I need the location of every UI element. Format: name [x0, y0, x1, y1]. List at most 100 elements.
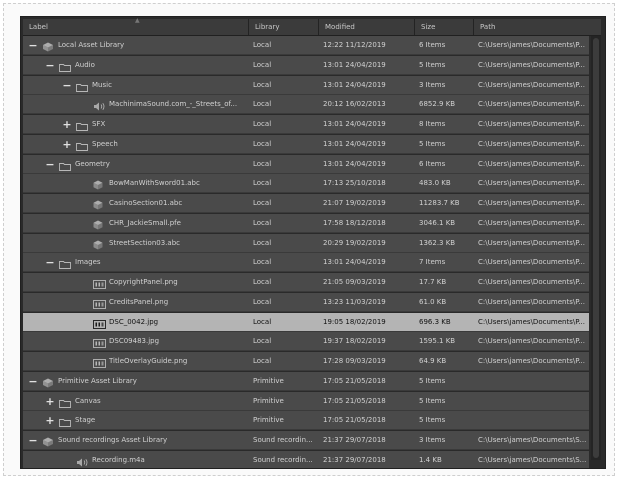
size-cell: 17.7 KB [419, 278, 447, 286]
collapse-icon[interactable]: − [45, 253, 55, 272]
folder-icon [76, 120, 88, 131]
path-cell: C:\Users\james\Documents\P... [478, 139, 586, 148]
library-cell: Sound recordin... [253, 455, 313, 464]
tree-row[interactable]: TitleOverlayGuide.png Local 17:28 09/03/20… [23, 352, 589, 371]
row-label: MachinimaSound.com_-_Streets_of... [109, 100, 238, 109]
label-cell: CHR_JackieSmall.pfe [23, 214, 247, 233]
tree-row[interactable]: CreditsPanel.png Local 13:23 11/03/2019 61.… [23, 292, 589, 312]
folder-icon [59, 397, 71, 408]
library-cell: Local [253, 139, 272, 148]
row-label: DSC09483.jpg [109, 337, 160, 346]
modified-cell: 13:01 24/04/2019 [323, 80, 386, 89]
modified-cell: 17:13 25/10/2018 [323, 179, 386, 188]
modified-cell: 13:01 24/04/2019 [323, 159, 386, 168]
tree-row[interactable]: − Sound recordings Asset Library Sound rec… [23, 431, 589, 450]
scrollbar-thumb[interactable] [593, 38, 599, 458]
path-cell: C:\Users\james\Documents\P... [478, 60, 586, 69]
tree-row[interactable]: − Music Local 13:01 24/04/2019 3 Items C:\Use… [23, 75, 589, 95]
size-cell: 483.0 KB [419, 179, 451, 188]
row-label: Images [75, 258, 101, 267]
collapse-icon[interactable]: − [28, 431, 38, 450]
tree-row[interactable]: + Speech Local 13:01 24/04/2019 5 Items C:\Us… [23, 134, 589, 154]
column-header-modified[interactable]: Modified [319, 19, 415, 35]
expand-icon[interactable]: + [62, 135, 72, 154]
image-icon [93, 357, 106, 368]
path-cell [478, 392, 589, 411]
tree-row[interactable]: CopyrightPanel.png Local 21:05 09/03/2019 1… [23, 273, 589, 292]
vertical-scrollbar[interactable] [591, 36, 601, 460]
collapse-icon[interactable]: − [28, 372, 38, 391]
tree-row[interactable]: − Local Asset Library Local 12:22 11/12/201… [23, 36, 589, 55]
expand-icon[interactable]: + [62, 115, 72, 134]
collapse-icon[interactable]: − [62, 76, 72, 95]
tree-row[interactable]: − Audio Local 13:01 24/04/2019 5 Items C:\Use… [23, 55, 589, 75]
tree-row[interactable]: MachinimaSound.com_-_Streets_of... Local 2… [23, 95, 589, 115]
tree-row[interactable]: DSC_0042.jpg Local 19:05 18/02/2019 696.3 K… [23, 312, 589, 332]
library-icon [42, 377, 54, 388]
tree-row[interactable]: + Stage Primitive 17:05 21/05/2018 5 Items [23, 411, 589, 431]
tree-row[interactable]: StreetSection03.abc Local 20:29 19/02/2019… [23, 233, 589, 253]
row-label: SFX [92, 120, 106, 128]
collapse-icon[interactable]: − [45, 155, 55, 174]
label-cell: − Images [23, 253, 247, 272]
path-cell: C:\Users\james\Documents\P... [478, 357, 586, 365]
modified-cell: 21:07 19/02/2019 [323, 199, 386, 207]
tree-row[interactable]: DSC09483.jpg Local 19:37 18/02/2019 1595.1 … [23, 332, 589, 352]
collapse-icon[interactable]: − [28, 36, 38, 55]
size-cell: 6 Items [419, 41, 446, 49]
size-cell: 6 Items [419, 159, 446, 168]
size-cell: 5 Items [419, 139, 446, 148]
expand-icon[interactable]: + [45, 411, 55, 430]
library-cell: Local [253, 199, 272, 207]
path-cell: C:\Users\james\Documents\P... [478, 179, 586, 188]
geometry-icon [93, 199, 105, 210]
tree-row[interactable]: BowManWithSword01.abc Local 17:13 25/10/20… [23, 174, 589, 194]
size-cell: 7 Items [419, 258, 446, 267]
label-cell: StreetSection03.abc [23, 234, 247, 253]
path-cell: C:\Users\james\Documents\P... [478, 337, 586, 346]
path-cell: C:\Users\james\Documents\P... [478, 218, 586, 227]
library-cell: Primitive [253, 396, 284, 405]
column-header-size[interactable]: Size [415, 19, 474, 35]
label-cell: CasinoSection01.abc [23, 194, 247, 213]
tree-row[interactable]: CHR_JackieSmall.pfe Local 17:58 18/12/2018… [23, 213, 589, 233]
size-cell: 1.4 KB [419, 455, 442, 464]
size-cell: 11283.7 KB [419, 199, 460, 207]
path-cell [478, 372, 589, 391]
image-icon [93, 298, 106, 309]
library-cell: Local [253, 337, 272, 346]
label-cell: − Primitive Asset Library [23, 372, 247, 391]
tree-row[interactable]: − Geometry Local 13:01 24/04/2019 6 Items C:\… [23, 154, 589, 174]
modified-cell: 13:01 24/04/2019 [323, 60, 386, 69]
path-cell: C:\Users\james\Documents\P... [478, 199, 586, 207]
tree-row[interactable]: + Canvas Primitive 17:05 21/05/2018 5 Items [23, 391, 589, 411]
path-cell: C:\Users\james\Documents\P... [478, 120, 586, 128]
collapse-icon[interactable]: − [45, 56, 55, 75]
tree-row[interactable]: + SFX Local 13:01 24/04/2019 8 Items C:\Users… [23, 115, 589, 134]
folder-icon [76, 140, 88, 151]
label-cell: − Geometry [23, 155, 247, 174]
tree-row[interactable]: − Images Local 13:01 24/04/2019 7 Items C:\Us… [23, 253, 589, 273]
library-cell: Sound recordin... [253, 436, 313, 444]
path-cell: C:\Users\james\Documents\P... [478, 278, 586, 286]
image-icon [93, 318, 106, 329]
label-cell: − Audio [23, 56, 247, 75]
folder-icon [59, 160, 71, 171]
tree-row[interactable]: − Primitive Asset Library Primitive 17:05 2… [23, 371, 589, 391]
size-cell: 8 Items [419, 120, 446, 128]
library-icon [42, 41, 54, 52]
column-header-library[interactable]: Library [249, 19, 319, 35]
size-cell: 1595.1 KB [419, 337, 456, 346]
tree-row[interactable]: Recording.m4a Sound recordin... 21:37 29/0… [23, 450, 589, 468]
library-cell: Local [253, 218, 272, 227]
size-cell: 5 Items [419, 60, 446, 69]
size-cell: 64.9 KB [419, 357, 447, 365]
row-label: StreetSection03.abc [109, 238, 180, 247]
tree-row[interactable]: CasinoSection01.abc Local 21:07 19/02/2019… [23, 194, 589, 213]
column-header-path[interactable]: Path [474, 19, 601, 35]
library-cell: Local [253, 258, 272, 267]
modified-cell: 21:05 09/03/2019 [323, 278, 386, 286]
window-frame: Label ▲ Library Modified Size Path − Loca… [3, 3, 615, 476]
expand-icon[interactable]: + [45, 392, 55, 411]
path-cell: C:\Users\james\Documents\P... [478, 41, 586, 49]
